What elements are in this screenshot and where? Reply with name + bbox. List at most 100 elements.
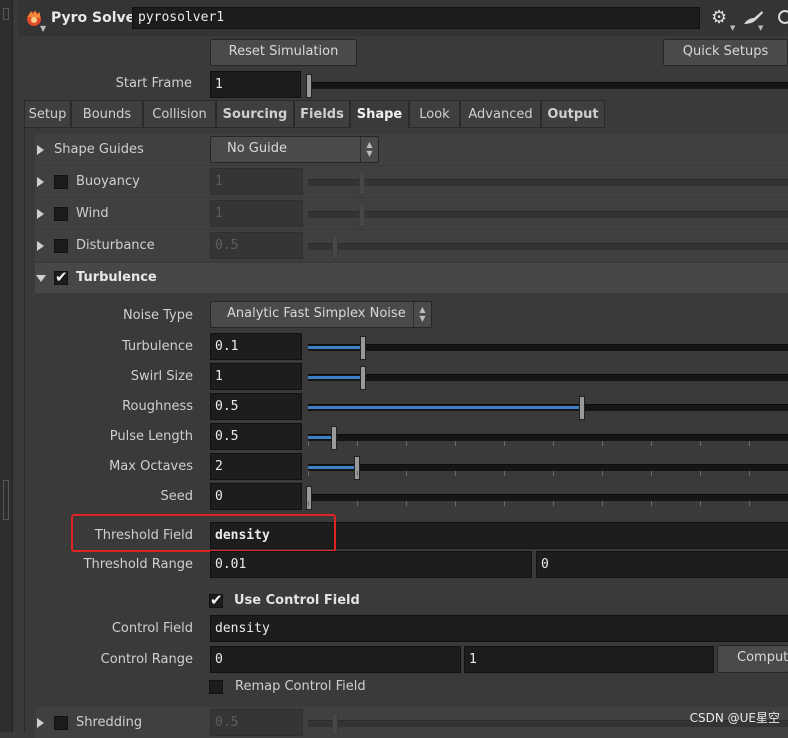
checkmark-icon: ✔ xyxy=(55,268,68,286)
swirl-size-label: Swirl Size xyxy=(130,369,193,384)
slider-ticks xyxy=(308,471,788,476)
control-field-label: Control Field xyxy=(111,621,193,636)
seed-label: Seed xyxy=(160,489,194,504)
shape-tab-content: Shape Guides No Guide ▲ ▼ Buoyancy 1 Wind… xyxy=(24,127,788,738)
slider-handle[interactable] xyxy=(360,366,366,390)
node-header: ▼ Pyro Solver pyrosolver1 ⚙ ▼ ▼ xyxy=(18,0,788,36)
slider-handle[interactable] xyxy=(579,396,585,420)
turbulence-label: Turbulence xyxy=(76,270,157,285)
buoyancy-field: 1 xyxy=(210,168,303,195)
pulse-length-label: Pulse Length xyxy=(109,429,193,444)
threshold-range-min-field[interactable]: 0.01 xyxy=(210,551,532,578)
quick-setups-button[interactable]: Quick Setups xyxy=(663,39,788,66)
expand-arrow-icon[interactable] xyxy=(37,241,44,251)
turbulence-slider[interactable] xyxy=(308,336,788,360)
disturbance-slider xyxy=(308,235,788,259)
slider-handle[interactable] xyxy=(306,74,312,98)
slider-handle xyxy=(359,171,365,195)
checkmark-icon: ✔ xyxy=(210,591,223,609)
expand-arrow-icon[interactable] xyxy=(37,209,44,219)
remap-control-field-checkbox[interactable] xyxy=(209,680,223,694)
tab-look[interactable]: Look xyxy=(409,100,460,128)
seed-slider[interactable] xyxy=(306,486,788,510)
expand-arrow-icon[interactable] xyxy=(37,718,44,728)
search-icon[interactable] xyxy=(776,8,788,28)
dropdown-arrows-icon: ▲ ▼ xyxy=(413,302,431,327)
pulse-length-field[interactable]: 0.5 xyxy=(210,423,302,450)
dropdown-arrows-icon: ▲ ▼ xyxy=(360,137,378,162)
parameter-panel: ▼ Pyro Solver pyrosolver1 ⚙ ▼ ▼ Reset Si… xyxy=(18,0,788,738)
swirl-size-slider[interactable] xyxy=(308,366,788,390)
use-control-field-label: Use Control Field xyxy=(234,593,360,608)
tab-collision[interactable]: Collision xyxy=(143,100,216,128)
tab-output[interactable]: Output xyxy=(541,100,605,128)
brush-menu-arrow-icon[interactable]: ▼ xyxy=(758,24,763,32)
wind-slider xyxy=(308,203,788,227)
folder-wind[interactable]: Wind 1 xyxy=(35,198,788,229)
gear-icon[interactable]: ⚙ xyxy=(711,8,727,28)
turbulence-param-label: Turbulence xyxy=(121,339,193,354)
start-frame-field[interactable]: 1 xyxy=(210,71,301,98)
compute-button[interactable]: Compute xyxy=(717,645,788,673)
pulse-length-slider[interactable] xyxy=(308,426,788,450)
swirl-size-field[interactable]: 1 xyxy=(210,363,302,390)
threshold-range-max-field[interactable]: 0 xyxy=(536,551,788,578)
disturbance-checkbox[interactable] xyxy=(54,239,68,253)
start-frame-slider[interactable] xyxy=(306,74,788,98)
collapse-arrow-icon[interactable] xyxy=(36,275,46,282)
tab-shape[interactable]: Shape xyxy=(350,100,409,128)
wind-checkbox[interactable] xyxy=(54,207,68,221)
slider-handle[interactable] xyxy=(360,336,366,360)
roughness-label: Roughness xyxy=(122,399,193,414)
shape-guides-label: Shape Guides xyxy=(54,142,144,157)
shredding-checkbox[interactable] xyxy=(54,716,68,730)
slider-fill xyxy=(308,376,364,379)
left-edge-strip xyxy=(0,0,13,732)
node-name-field[interactable]: pyrosolver1 xyxy=(132,7,700,29)
buoyancy-label: Buoyancy xyxy=(76,174,140,189)
folder-turbulence[interactable]: ✔ Turbulence xyxy=(35,263,788,293)
max-octaves-field[interactable]: 2 xyxy=(210,453,302,480)
folder-disturbance[interactable]: Disturbance 0.5 xyxy=(35,230,788,261)
folder-buoyancy[interactable]: Buoyancy 1 xyxy=(35,166,788,197)
shape-guides-value: No Guide xyxy=(227,141,287,156)
control-range-min-field[interactable]: 0 xyxy=(210,646,461,673)
slider-ticks xyxy=(308,501,788,506)
tab-bar: Setup Bounds Collision Sourcing Fields S… xyxy=(24,100,788,128)
node-type-menu-arrow-icon[interactable]: ▼ xyxy=(40,24,46,33)
folder-shredding[interactable]: Shredding 0.5 xyxy=(35,707,788,738)
tab-fields[interactable]: Fields xyxy=(294,100,350,128)
disturbance-field: 0.5 xyxy=(210,232,303,259)
roughness-field[interactable]: 0.5 xyxy=(210,393,302,420)
slider-handle[interactable] xyxy=(306,486,312,510)
tab-sourcing[interactable]: Sourcing xyxy=(216,100,294,128)
highlight-box xyxy=(71,514,336,552)
expand-arrow-icon[interactable] xyxy=(37,145,44,155)
buoyancy-slider xyxy=(308,171,788,195)
slider-handle[interactable] xyxy=(331,426,337,450)
slider-fill xyxy=(308,466,358,469)
seed-field[interactable]: 0 xyxy=(210,483,302,510)
max-octaves-slider[interactable] xyxy=(308,456,788,480)
shape-guides-dropdown[interactable]: No Guide ▲ ▼ xyxy=(210,136,379,163)
noise-type-dropdown[interactable]: Analytic Fast Simplex Noise ▲ ▼ xyxy=(210,301,432,328)
turbulence-field[interactable]: 0.1 xyxy=(210,333,302,360)
edge-resize-handle[interactable] xyxy=(3,480,9,520)
expand-arrow-icon[interactable] xyxy=(37,177,44,187)
control-field-input[interactable]: density xyxy=(210,615,788,642)
slider-fill xyxy=(308,346,364,349)
slider-handle xyxy=(359,203,365,227)
slider-handle xyxy=(332,712,338,736)
wind-field: 1 xyxy=(210,200,303,227)
disturbance-label: Disturbance xyxy=(76,238,155,253)
slider-handle[interactable] xyxy=(354,456,360,480)
reset-simulation-button[interactable]: Reset Simulation xyxy=(210,39,357,66)
tab-bounds[interactable]: Bounds xyxy=(71,100,143,128)
buoyancy-checkbox[interactable] xyxy=(54,175,68,189)
tab-setup[interactable]: Setup xyxy=(24,100,71,128)
control-range-max-field[interactable]: 1 xyxy=(464,646,714,673)
roughness-slider[interactable] xyxy=(308,396,788,420)
tab-advanced[interactable]: Advanced xyxy=(460,100,541,128)
gear-menu-arrow-icon[interactable]: ▼ xyxy=(730,24,735,32)
node-type-label: Pyro Solver xyxy=(51,10,143,26)
